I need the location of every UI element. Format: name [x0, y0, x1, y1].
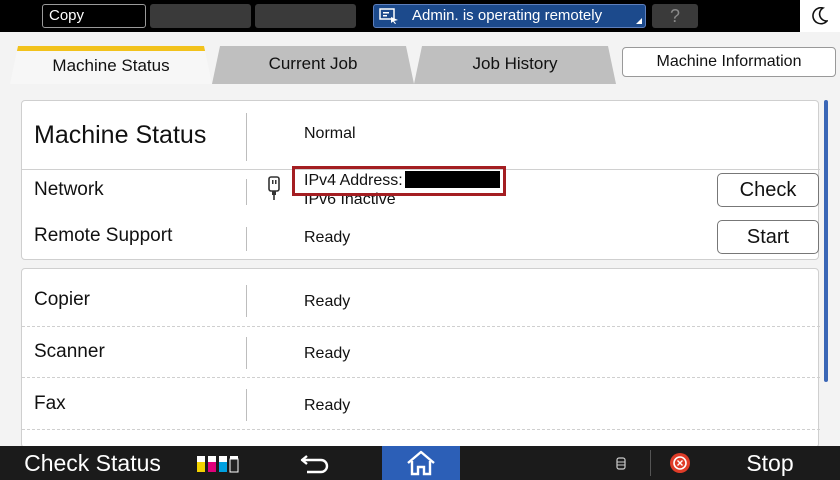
- tab-job-history[interactable]: Job History: [414, 46, 616, 84]
- lan-connector-icon: [268, 176, 280, 200]
- copier-status: Ready: [304, 293, 351, 310]
- network-label: Network: [34, 179, 104, 200]
- toner-level-icon[interactable]: [196, 453, 242, 473]
- bottom-divider: [650, 450, 651, 476]
- column-divider: [246, 337, 247, 369]
- scrollbar[interactable]: [824, 100, 828, 382]
- column-divider: [246, 389, 247, 421]
- empty-slot-1: [150, 4, 251, 28]
- mode-indicator[interactable]: Copy: [42, 4, 146, 28]
- machine-status-value: Normal: [304, 125, 356, 142]
- tab-bar: Machine Status Current Job Job History M…: [0, 32, 840, 84]
- expand-corner-icon: [636, 18, 642, 24]
- scanner-label: Scanner: [34, 341, 105, 362]
- status-content: Machine Status Normal Network IPv4 Addre…: [0, 84, 840, 448]
- remote-support-label: Remote Support: [34, 225, 173, 246]
- column-divider: [246, 285, 247, 317]
- home-icon: [407, 450, 435, 476]
- bottom-bar: Check Status Stop: [0, 446, 840, 480]
- stop-button[interactable]: Stop: [730, 446, 810, 480]
- remote-operation-banner[interactable]: Admin. is operating remotely: [373, 4, 646, 28]
- remote-operation-text: Admin. is operating remotely: [412, 7, 603, 24]
- copier-label: Copier: [34, 289, 90, 310]
- moon-icon: [812, 7, 828, 25]
- ipv4-highlight-box: [292, 166, 506, 196]
- machine-status-panel: Machine Status Normal Network IPv4 Addre…: [21, 100, 820, 260]
- function-status-panel: Copier Ready Scanner Ready Fax Ready: [21, 268, 820, 448]
- energy-saver-button[interactable]: [800, 0, 840, 32]
- column-divider: [246, 113, 247, 161]
- remote-support-value: Ready: [304, 229, 351, 246]
- memory-icon: [616, 457, 626, 470]
- home-button[interactable]: [382, 446, 460, 480]
- remote-operation-icon: [379, 8, 398, 24]
- top-bar: Copy Admin. is operating remotely ?: [0, 0, 840, 32]
- start-remote-support-button[interactable]: Start: [717, 220, 819, 254]
- check-network-button[interactable]: Check: [717, 173, 819, 207]
- machine-status-label: Machine Status: [34, 121, 207, 149]
- row-divider: [22, 326, 820, 327]
- scanner-status: Ready: [304, 345, 351, 362]
- column-divider: [246, 179, 247, 205]
- tab-machine-information[interactable]: Machine Information: [622, 47, 836, 77]
- stop-icon[interactable]: [669, 452, 691, 474]
- fax-label: Fax: [34, 393, 66, 414]
- tab-machine-status[interactable]: Machine Status: [10, 46, 212, 84]
- help-button[interactable]: ?: [652, 4, 698, 28]
- row-divider: [22, 377, 820, 378]
- tab-current-job[interactable]: Current Job: [212, 46, 414, 84]
- row-divider: [22, 429, 820, 430]
- empty-slot-2: [255, 4, 356, 28]
- back-arrow-icon[interactable]: [299, 452, 333, 474]
- fax-status: Ready: [304, 397, 351, 414]
- column-divider: [246, 227, 247, 251]
- check-status-button[interactable]: Check Status: [0, 446, 185, 480]
